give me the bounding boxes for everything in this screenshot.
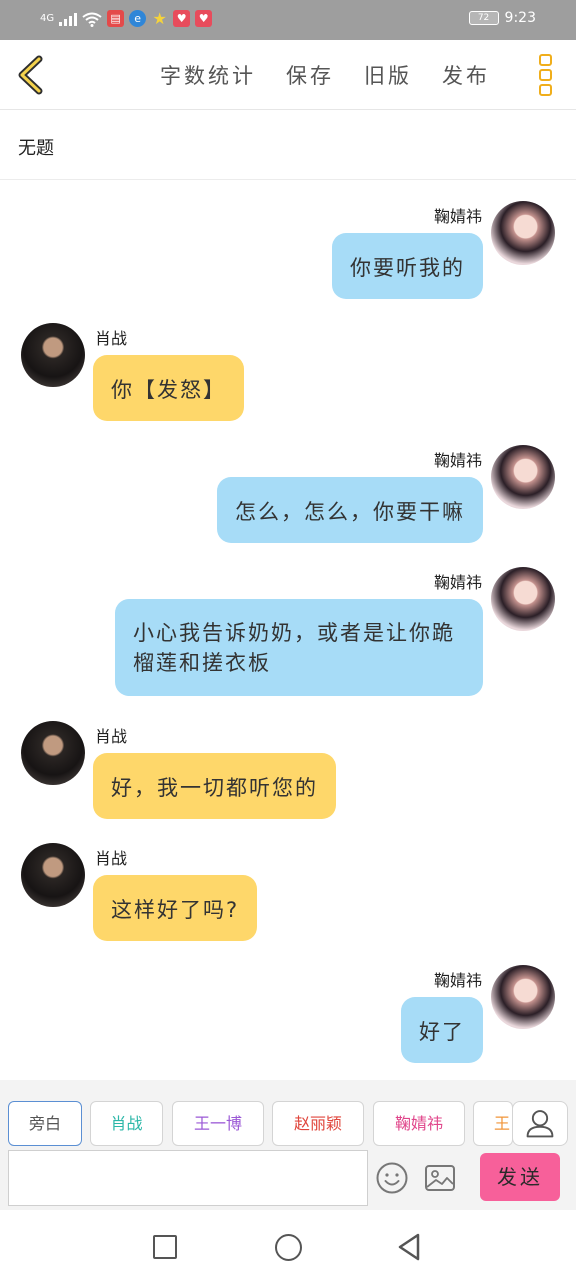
avatar[interactable] (491, 445, 555, 509)
character-chip-ju-jingyi[interactable]: 鞠婧祎 (373, 1101, 465, 1146)
avatar[interactable] (21, 721, 85, 785)
character-chip-xiao-zhan[interactable]: 肖战 (90, 1101, 163, 1146)
publish-button[interactable]: 发布 (442, 60, 490, 90)
sender-name: 肖战 (95, 727, 128, 746)
clock: 9:23 (504, 10, 536, 26)
message-bubble[interactable]: 好了 (401, 997, 483, 1063)
message-input[interactable] (8, 1150, 368, 1206)
message-bubble[interactable]: 怎么，怎么，你要干嘛 (217, 477, 483, 543)
signal-icon (59, 12, 78, 26)
sender-name: 鞠婧祎 (433, 573, 482, 592)
message-bubble[interactable]: 你要听我的 (332, 233, 483, 299)
document-title: 无题 (18, 138, 54, 159)
network-label: 4G (40, 13, 55, 24)
avatar[interactable] (21, 323, 85, 387)
chevron-left-icon[interactable] (10, 52, 56, 98)
more-vertical-icon[interactable] (533, 52, 557, 98)
status-right: 72 9:23 (468, 10, 536, 26)
message-bubble[interactable]: 你【发怒】 (93, 355, 244, 421)
home-icon[interactable] (275, 1234, 302, 1261)
character-chip-wang-yibo[interactable]: 王一博 (172, 1101, 264, 1146)
message-bubble[interactable]: 这样好了吗? (93, 875, 258, 941)
avatar[interactable] (491, 567, 555, 631)
battery-icon: 72 (468, 11, 499, 25)
back-icon[interactable] (396, 1232, 422, 1262)
book-app-icon: ▤ (107, 10, 125, 27)
system-nav-bar (0, 1210, 576, 1280)
sender-name: 鞠婧祎 (433, 207, 482, 226)
toolbar-actions: 字数统计 保存 旧版 发布 (160, 60, 520, 90)
word-count-button[interactable]: 字数统计 (160, 60, 256, 90)
save-button[interactable]: 保存 (286, 60, 334, 90)
sender-name: 鞠婧祎 (433, 451, 482, 470)
browser-app-icon: e (129, 10, 147, 27)
message-bubble[interactable]: 好，我一切都听您的 (93, 753, 336, 819)
avatar[interactable] (491, 201, 555, 265)
chat-area: 鞠婧祎 你要听我的 肖战 你【发怒】 鞠婧祎 怎么，怎么，你要干嘛 鞠婧祎 小心… (0, 181, 576, 1080)
avatar[interactable] (21, 843, 85, 907)
heart-app-icon: ♥ (173, 10, 191, 27)
character-chip-narrator[interactable]: 旁白 (8, 1101, 82, 1146)
heart-app-icon-2: ♥ (195, 10, 213, 27)
emoji-icon[interactable] (375, 1161, 409, 1195)
status-left: 4G ▤ e ★ ♥ ♥ (40, 9, 213, 28)
status-bar: 4G ▤ e ★ ♥ ♥ 72 9:23 (0, 0, 576, 40)
recent-apps-icon[interactable] (153, 1235, 177, 1259)
wifi-icon (82, 12, 102, 27)
title-row[interactable]: 无题 (0, 110, 576, 180)
character-chip-wang[interactable]: 王 (473, 1101, 513, 1146)
old-version-button[interactable]: 旧版 (364, 60, 412, 90)
star-app-icon: ★ (152, 9, 167, 28)
sender-name: 肖战 (95, 849, 128, 868)
image-icon[interactable] (423, 1162, 457, 1194)
message-bubble[interactable]: 小心我告诉奶奶，或者是让你跪榴莲和搓衣板 (115, 599, 483, 696)
avatar[interactable] (491, 965, 555, 1029)
sender-name: 肖战 (95, 329, 128, 348)
sender-name: 鞠婧祎 (433, 971, 482, 990)
person-icon[interactable] (512, 1101, 568, 1146)
top-toolbar: 字数统计 保存 旧版 发布 (0, 40, 576, 110)
send-button[interactable]: 发送 (480, 1153, 560, 1201)
character-chip-zhao-liying[interactable]: 赵丽颖 (272, 1101, 364, 1146)
input-area: 旁白 肖战 王一博 赵丽颖 鞠婧祎 王 发送 (0, 1080, 576, 1210)
